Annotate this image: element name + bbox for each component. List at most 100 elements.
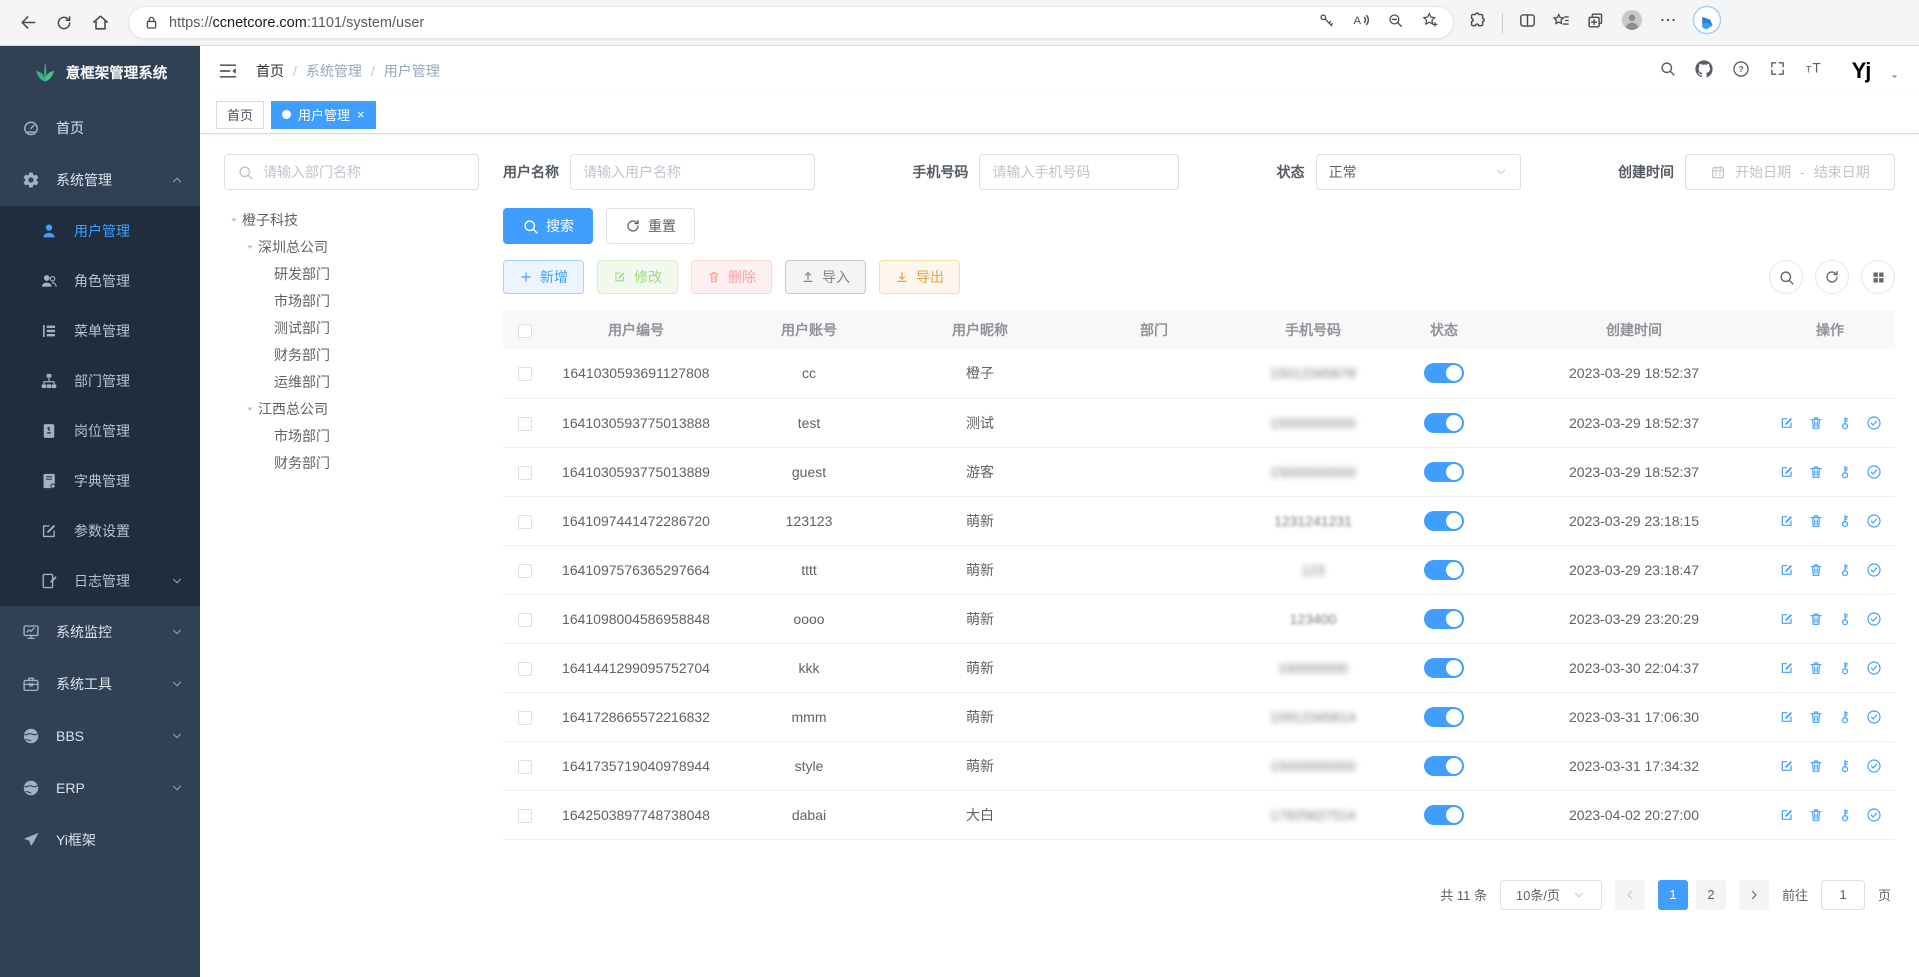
delete-action-icon[interactable]	[1808, 758, 1824, 774]
caret-icon[interactable]	[226, 214, 242, 226]
delete-action-icon[interactable]	[1808, 709, 1824, 725]
edit-action-icon[interactable]	[1779, 562, 1795, 578]
key-action-icon[interactable]	[1837, 807, 1853, 823]
delete-action-icon[interactable]	[1808, 611, 1824, 627]
row-checkbox[interactable]	[518, 417, 532, 431]
breadcrumb-system[interactable]: 系统管理	[306, 61, 362, 81]
edit-action-icon[interactable]	[1779, 807, 1795, 823]
mini-grid-icon[interactable]	[1861, 260, 1895, 294]
phone-input[interactable]: 请输入手机号码	[979, 154, 1179, 190]
check-action-icon[interactable]	[1866, 611, 1882, 627]
row-checkbox[interactable]	[518, 809, 532, 823]
collapse-sidebar-icon[interactable]	[218, 61, 238, 81]
check-action-icon[interactable]	[1866, 709, 1882, 725]
read-aloud-icon[interactable]: A	[1352, 11, 1370, 34]
help-icon[interactable]: ?	[1732, 60, 1750, 83]
add-button[interactable]: 新增	[503, 260, 584, 294]
status-toggle[interactable]	[1424, 413, 1464, 433]
star-add-icon[interactable]	[1421, 11, 1439, 34]
key-action-icon[interactable]	[1837, 562, 1853, 578]
row-checkbox[interactable]	[518, 466, 532, 480]
status-toggle[interactable]	[1424, 707, 1464, 727]
status-toggle[interactable]	[1424, 756, 1464, 776]
mini-search-icon[interactable]	[1769, 260, 1803, 294]
reset-button[interactable]: 重置	[606, 208, 695, 244]
next-page-button[interactable]	[1739, 880, 1769, 910]
extensions-icon[interactable]	[1468, 11, 1487, 35]
check-action-icon[interactable]	[1866, 415, 1882, 431]
edit-action-icon[interactable]	[1779, 464, 1795, 480]
sidebar-item-系统管理[interactable]: 系统管理	[0, 154, 200, 206]
caret-icon[interactable]	[242, 241, 258, 253]
row-checkbox[interactable]	[518, 367, 532, 381]
sidebar-item-用户管理[interactable]: 用户管理	[0, 206, 200, 256]
fullscreen-icon[interactable]	[1769, 60, 1786, 82]
tree-node-运维部门[interactable]: 运维部门	[224, 368, 479, 395]
font-size-icon[interactable]: TT	[1805, 59, 1824, 83]
sidebar-item-菜单管理[interactable]: 菜单管理	[0, 306, 200, 356]
goto-page-input[interactable]: 1	[1821, 880, 1865, 910]
page-button-1[interactable]: 1	[1658, 880, 1688, 910]
key-action-icon[interactable]	[1837, 709, 1853, 725]
edit-action-icon[interactable]	[1779, 415, 1795, 431]
export-button[interactable]: 导出	[879, 260, 960, 294]
key-action-icon[interactable]	[1837, 758, 1853, 774]
delete-action-icon[interactable]	[1808, 807, 1824, 823]
bing-icon[interactable]	[1692, 5, 1722, 40]
edit-action-icon[interactable]	[1779, 709, 1795, 725]
date-range-picker[interactable]: 开始日期 - 结束日期	[1685, 154, 1895, 190]
delete-action-icon[interactable]	[1808, 513, 1824, 529]
back-icon[interactable]	[12, 7, 44, 39]
edit-action-icon[interactable]	[1779, 611, 1795, 627]
search-button[interactable]: 搜索	[503, 208, 593, 244]
mini-refresh-icon[interactable]	[1815, 260, 1849, 294]
collections-icon[interactable]	[1586, 11, 1605, 35]
edit-action-icon[interactable]	[1779, 758, 1795, 774]
sidebar-item-字典管理[interactable]: 字典管理	[0, 456, 200, 506]
delete-button[interactable]: 删除	[691, 260, 772, 294]
status-toggle[interactable]	[1424, 560, 1464, 580]
status-toggle[interactable]	[1424, 805, 1464, 825]
status-select[interactable]: 正常	[1316, 154, 1521, 190]
select-all-checkbox[interactable]	[518, 324, 532, 338]
edit-button[interactable]: 修改	[597, 260, 678, 294]
home-icon[interactable]	[84, 7, 116, 39]
delete-action-icon[interactable]	[1808, 660, 1824, 676]
edit-action-icon[interactable]	[1779, 660, 1795, 676]
username-input[interactable]: 请输入用户名称	[570, 154, 815, 190]
row-checkbox[interactable]	[518, 564, 532, 578]
check-action-icon[interactable]	[1866, 807, 1882, 823]
sidebar-item-角色管理[interactable]: 角色管理	[0, 256, 200, 306]
zoom-out-icon[interactable]	[1387, 12, 1404, 34]
dept-search-input[interactable]: 请输入部门名称	[224, 154, 479, 190]
row-checkbox[interactable]	[518, 662, 532, 676]
tree-node-江西总公司[interactable]: 江西总公司	[224, 395, 479, 422]
key-action-icon[interactable]	[1837, 611, 1853, 627]
tree-node-财务部门[interactable]: 财务部门	[224, 341, 479, 368]
status-toggle[interactable]	[1424, 462, 1464, 482]
more-icon[interactable]	[1659, 11, 1677, 34]
key-action-icon[interactable]	[1837, 464, 1853, 480]
sidebar-item-日志管理[interactable]: 日志管理	[0, 556, 200, 606]
status-toggle[interactable]	[1424, 363, 1464, 383]
check-action-icon[interactable]	[1866, 464, 1882, 480]
breadcrumb-home[interactable]: 首页	[256, 61, 284, 81]
page-button-2[interactable]: 2	[1696, 880, 1726, 910]
row-checkbox[interactable]	[518, 711, 532, 725]
delete-action-icon[interactable]	[1808, 415, 1824, 431]
key-action-icon[interactable]	[1837, 660, 1853, 676]
edit-action-icon[interactable]	[1779, 513, 1795, 529]
sidebar-item-BBS[interactable]: BBS	[0, 710, 200, 762]
tree-node-橙子科技[interactable]: 橙子科技	[224, 206, 479, 233]
prev-page-button[interactable]	[1615, 880, 1645, 910]
key-action-icon[interactable]	[1837, 415, 1853, 431]
sidebar-item-参数设置[interactable]: 参数设置	[0, 506, 200, 556]
tree-node-深圳总公司[interactable]: 深圳总公司	[224, 233, 479, 260]
profile-avatar-icon[interactable]	[1620, 8, 1644, 37]
sidebar-item-ERP[interactable]: ERP	[0, 762, 200, 814]
status-toggle[interactable]	[1424, 511, 1464, 531]
check-action-icon[interactable]	[1866, 758, 1882, 774]
page-size-select[interactable]: 10条/页	[1500, 880, 1602, 910]
reload-icon[interactable]	[48, 7, 80, 39]
row-checkbox[interactable]	[518, 760, 532, 774]
